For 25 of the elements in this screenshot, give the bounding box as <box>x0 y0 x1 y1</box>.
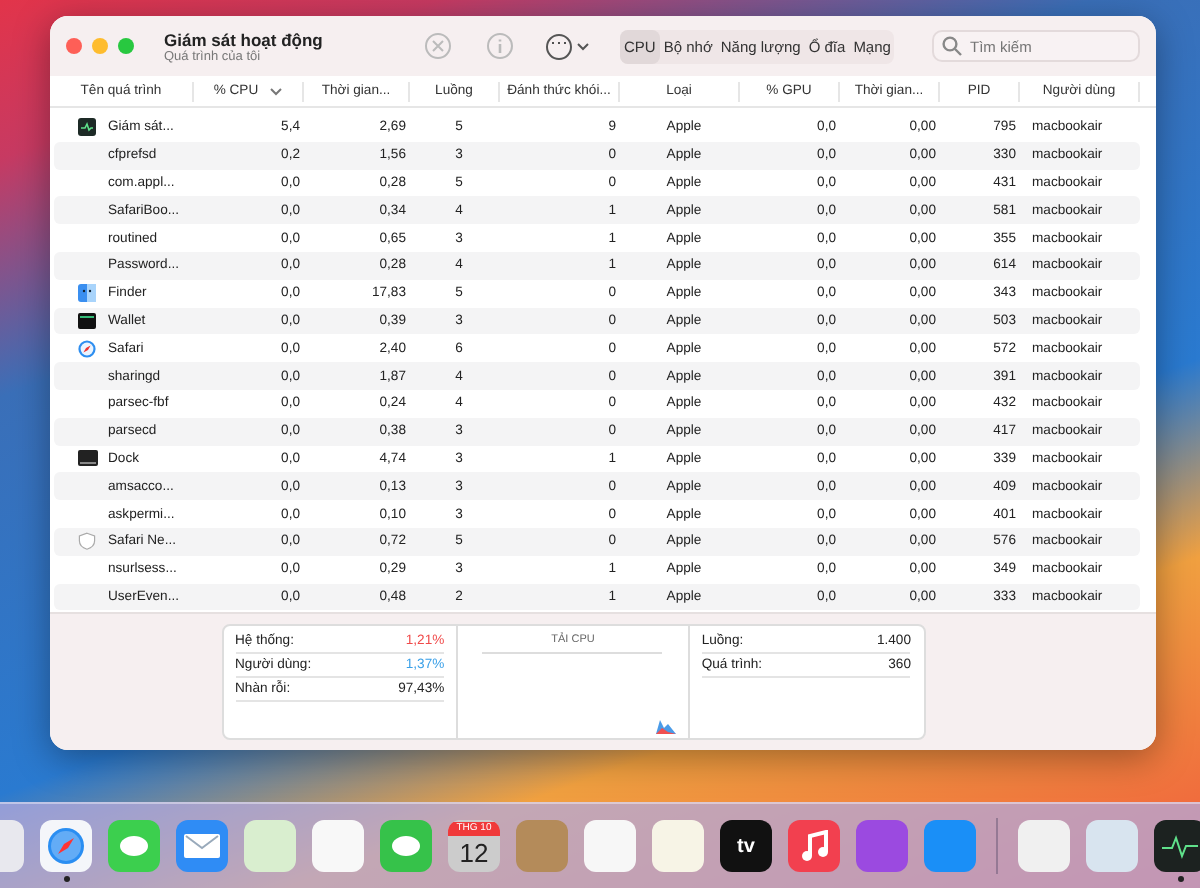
more-menu-button[interactable]: ⋯ <box>538 33 598 59</box>
sort-caret-icon <box>270 87 283 95</box>
finder-icon <box>78 284 96 303</box>
messages-app-icon[interactable] <box>108 820 160 872</box>
music-app-icon[interactable] <box>788 820 840 872</box>
activity-monitor-icon <box>78 118 96 137</box>
shield-icon <box>78 532 96 551</box>
minimize-button[interactable] <box>92 38 108 54</box>
mail-app-icon[interactable] <box>176 820 228 872</box>
zoom-button[interactable] <box>118 38 134 54</box>
screen-icon <box>78 450 98 467</box>
search-icon <box>942 36 962 56</box>
close-button[interactable] <box>66 38 82 54</box>
calendar-day: 12 <box>459 835 489 871</box>
compass-icon <box>78 339 96 358</box>
wallet-icon <box>78 311 96 330</box>
caret-icon <box>576 41 590 51</box>
tv-app-icon[interactable]: tv <box>720 820 772 872</box>
stop-process-icon[interactable] <box>424 32 452 60</box>
window-title: Giám sát hoạt động <box>164 29 325 49</box>
tv-label: tv <box>737 835 755 857</box>
cpu-load-graph <box>655 718 676 734</box>
info-icon[interactable] <box>486 32 514 60</box>
safari-app-icon[interactable] <box>40 820 92 872</box>
monitor-app-icon[interactable] <box>1154 820 1200 872</box>
